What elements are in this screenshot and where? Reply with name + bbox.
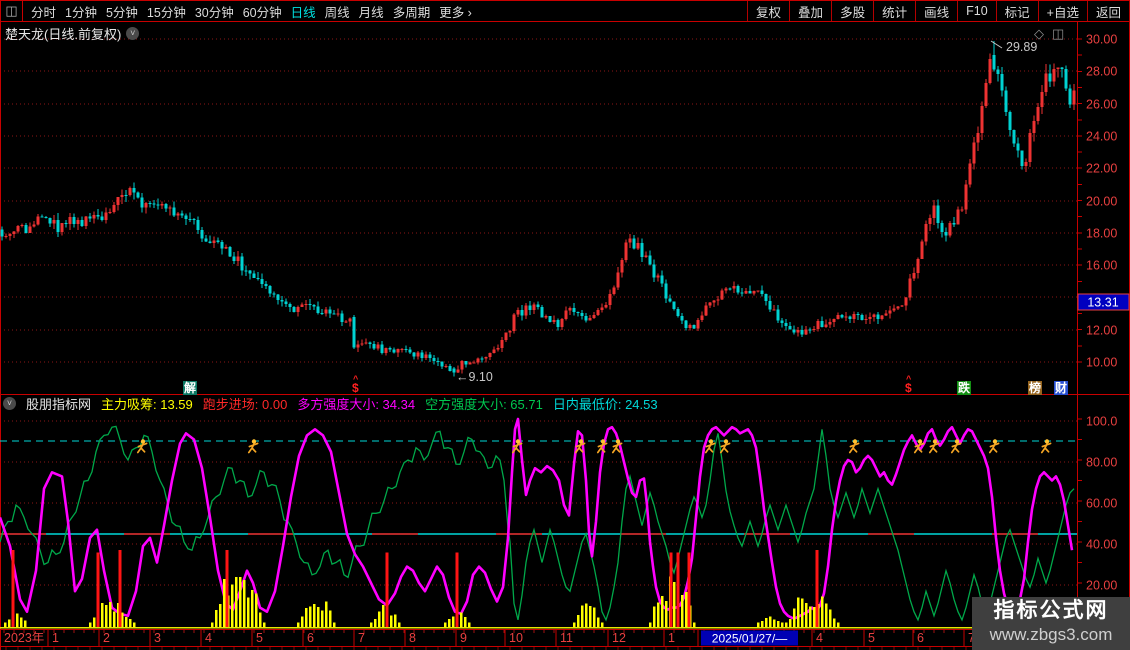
stock-title-label: 楚天龙(日线.前复权): [5, 24, 121, 43]
svg-text:13.31: 13.31: [1087, 296, 1118, 310]
signal-spikes: [12, 550, 819, 627]
action-button-叠加[interactable]: 叠加: [789, 1, 831, 21]
chart-canvas: 30.00 28.00 26.00 24.00 22.00 20.00 18.00 16.00…: [0, 0, 1130, 650]
svg-text:18.00: 18.00: [1086, 227, 1117, 241]
price-annotations: ←9.10 29.89: [456, 40, 1037, 384]
svg-text:28.00: 28.00: [1086, 65, 1117, 79]
indicator-collapse-icon[interactable]: ˅: [3, 397, 16, 410]
date-label: 8: [409, 631, 416, 645]
svg-text:20.00: 20.00: [1086, 579, 1117, 593]
event-badge-解[interactable]: 解: [183, 381, 197, 395]
period-tab-15分钟[interactable]: 15分钟: [147, 2, 186, 21]
action-toolbar: 复权叠加多股统计画线F10标记+自选返回: [747, 1, 1130, 21]
chevron-down-icon[interactable]: ˅: [126, 27, 139, 40]
event-badge-跌[interactable]: 跌: [957, 381, 971, 395]
event-badge-财[interactable]: 财: [1054, 381, 1068, 395]
date-label: 1: [52, 631, 59, 645]
bear-strength-line: [0, 426, 1074, 620]
indicator-value-空方强度大小: 空方强度大小: 65.71: [425, 394, 543, 413]
period-tab-分时[interactable]: 分时: [31, 2, 56, 21]
indicator-value-多方强度大小: 多方强度大小: 34.34: [297, 394, 415, 413]
svg-text:22.00: 22.00: [1086, 162, 1117, 176]
period-tab-5分钟[interactable]: 5分钟: [106, 2, 138, 21]
date-label: 12: [612, 631, 626, 645]
indicator-axis: 100.0 80.00 60.00 40.00 20.00: [1078, 415, 1117, 625]
date-label: 3: [154, 631, 161, 645]
action-button-+自选[interactable]: +自选: [1038, 1, 1087, 21]
date-label: 2023年: [4, 631, 44, 645]
svg-text:30.00: 30.00: [1086, 33, 1117, 47]
current-price-box: 13.31: [1078, 294, 1129, 310]
svg-text:80.00: 80.00: [1086, 456, 1117, 470]
date-label: 5: [256, 631, 263, 645]
svg-text:26.00: 26.00: [1086, 98, 1117, 112]
action-button-统计[interactable]: 统计: [873, 1, 915, 21]
top-toolbar: ◫ 分时 1分钟 5分钟 15分钟 30分钟 60分钟日线周线月线多周期更多 › 复权叠加…: [0, 0, 1130, 22]
date-label: 7: [358, 631, 365, 645]
frame-lines: [0, 0, 1130, 650]
sell-signal-icon: ^$: [351, 379, 363, 396]
action-button-画线[interactable]: 画线: [915, 1, 957, 21]
volume-histogram: [4, 577, 840, 627]
action-button-标记[interactable]: 标记: [996, 1, 1038, 21]
price-axis: 30.00 28.00 26.00 24.00 22.00 20.00 18.00 16.00…: [1078, 33, 1117, 370]
svg-text:←9.10: ←9.10: [456, 370, 493, 384]
indicator-value-跑步进场: 跑步进场: 0.00: [203, 394, 288, 413]
svg-text:16.00: 16.00: [1086, 259, 1117, 273]
date-label: 10: [509, 631, 523, 645]
svg-text:100.0: 100.0: [1086, 415, 1117, 429]
svg-text:40.00: 40.00: [1086, 538, 1117, 552]
main-candles: [1, 41, 1076, 377]
action-button-返回[interactable]: 返回: [1087, 1, 1130, 21]
date-label: 6: [917, 631, 924, 645]
period-tab-更多 ›[interactable]: 更多 ›: [439, 2, 472, 21]
svg-text:29.89: 29.89: [1006, 40, 1037, 54]
watermark-site-name: 指标公式网: [972, 598, 1130, 624]
indicator-source-label: 股朋指标网: [26, 394, 91, 413]
svg-text:60.00: 60.00: [1086, 497, 1117, 511]
date-label: 4: [816, 631, 823, 645]
split-window-icon[interactable]: ◫: [0, 1, 23, 21]
action-button-F10[interactable]: F10: [957, 1, 996, 21]
panel-toggle-icon[interactable]: ◫: [1052, 26, 1064, 42]
bull-strength-line: [0, 419, 1072, 618]
svg-text:12.00: 12.00: [1086, 324, 1117, 338]
period-tab-多周期[interactable]: 多周期: [393, 2, 431, 21]
action-button-复权[interactable]: 复权: [747, 1, 789, 21]
date-label: 1: [668, 631, 675, 645]
period-tab-日线[interactable]: 日线: [291, 2, 316, 21]
svg-text:2025/01/27/—: 2025/01/27/—: [712, 632, 787, 646]
indicator-header: ˅ 股朋指标网主力吸筹: 13.59 跑步进场: 0.00 多方强度大小: 34.34…: [3, 396, 658, 411]
period-tab-月线[interactable]: 月线: [359, 2, 384, 21]
period-tab-周线[interactable]: 周线: [325, 2, 350, 21]
diamond-icon[interactable]: ◇: [1034, 26, 1044, 42]
gridlines: [0, 39, 1077, 585]
date-label: 4: [205, 631, 212, 645]
svg-text:20.00: 20.00: [1086, 195, 1117, 209]
period-tab-30分钟[interactable]: 30分钟: [195, 2, 234, 21]
indicator-value-日内最低价: 日内最低价: 24.53: [553, 394, 658, 413]
date-label: 11: [560, 631, 573, 645]
event-badge-榜[interactable]: 榜: [1028, 381, 1042, 395]
date-label: 9: [460, 631, 467, 645]
period-toolbar: 分时 1分钟 5分钟 15分钟 30分钟 60分钟日线周线月线多周期更多 ›: [23, 1, 747, 21]
cursor-date-box: 2025/01/27/—: [701, 631, 798, 646]
svg-text:10.00: 10.00: [1086, 356, 1117, 370]
stock-title[interactable]: 楚天龙(日线.前复权) ˅: [5, 24, 139, 43]
date-label: 5: [868, 631, 875, 645]
sell-signal-icon: ^$: [904, 379, 916, 396]
watermark-url: www.zbgs3.com: [972, 624, 1130, 646]
app-window: 30.00 28.00 26.00 24.00 22.00 20.00 18.00 16.00…: [0, 0, 1130, 650]
chart-corner-icons: ◇ ◫: [1034, 26, 1064, 42]
svg-text:24.00: 24.00: [1086, 130, 1117, 144]
period-tab-60分钟[interactable]: 60分钟: [243, 2, 282, 21]
action-button-多股[interactable]: 多股: [831, 1, 873, 21]
indicator-value-主力吸筹: 主力吸筹: 13.59: [101, 394, 193, 413]
date-label: 2: [103, 631, 110, 645]
watermark: 指标公式网 www.zbgs3.com: [972, 597, 1130, 650]
period-tab-1分钟[interactable]: 1分钟: [65, 2, 97, 21]
date-label: 6: [307, 631, 314, 645]
